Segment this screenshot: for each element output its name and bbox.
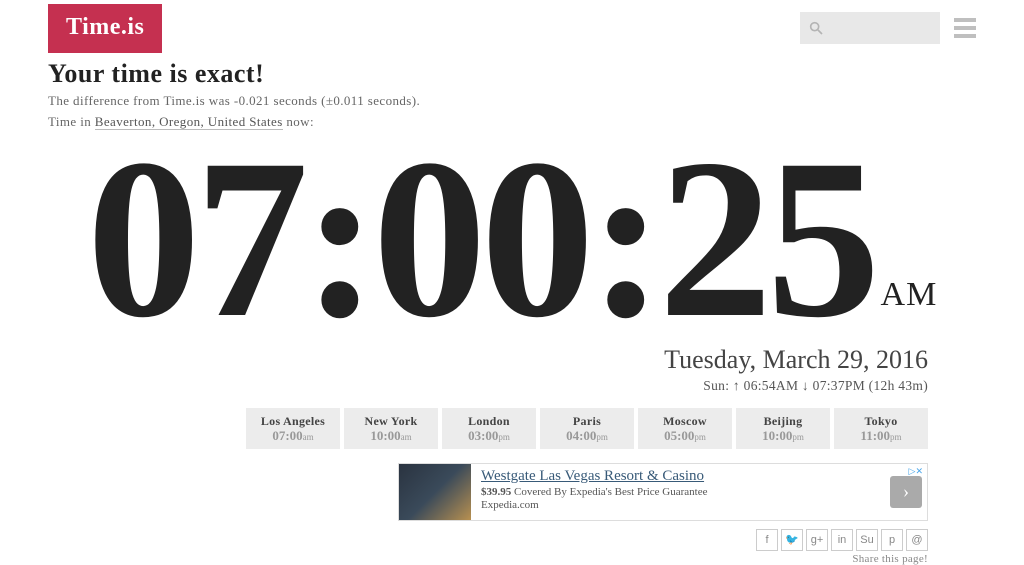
city-item[interactable]: Paris04:00pm xyxy=(540,408,634,449)
city-name: Paris xyxy=(544,414,630,428)
city-time: 11:00pm xyxy=(838,428,924,444)
city-time: 04:00pm xyxy=(544,428,630,444)
city-name: New York xyxy=(348,414,434,428)
city-item[interactable]: London03:00pm xyxy=(442,408,536,449)
city-time: 03:00pm xyxy=(446,428,532,444)
city-item[interactable]: Moscow05:00pm xyxy=(638,408,732,449)
email-icon[interactable]: @ xyxy=(906,529,928,551)
sun-info: Sun: ↑ 06:54AM ↓ 07:37PM (12h 43m) xyxy=(48,378,976,394)
menu-icon[interactable] xyxy=(954,18,976,38)
city-time: 05:00pm xyxy=(642,428,728,444)
googleplus-icon[interactable]: g+ xyxy=(806,529,828,551)
city-name: Moscow xyxy=(642,414,728,428)
city-name: Tokyo xyxy=(838,414,924,428)
twitter-icon[interactable]: 🐦 xyxy=(781,529,803,551)
clock: 07:00:25AM xyxy=(48,125,976,353)
city-item[interactable]: Tokyo11:00pm xyxy=(834,408,928,449)
ad-subtitle: $39.95 Covered By Expedia's Best Price G… xyxy=(481,486,875,498)
clock-ampm: AM xyxy=(881,276,938,313)
logo[interactable]: Time.is xyxy=(48,4,162,53)
city-name: London xyxy=(446,414,532,428)
content: Your time is exact! The difference from … xyxy=(0,53,1024,565)
header: Time.is xyxy=(0,0,1024,53)
headline: Your time is exact! xyxy=(48,59,976,89)
city-item[interactable]: New York10:00am xyxy=(344,408,438,449)
share-row: f 🐦 g+ in Su p @ xyxy=(48,529,976,551)
ad-banner[interactable]: ▷✕ Westgate Las Vegas Resort & Casino $3… xyxy=(398,463,928,521)
clock-time: 07:00:25 xyxy=(87,125,875,353)
city-item[interactable]: Beijing10:00pm xyxy=(736,408,830,449)
stumbleupon-icon[interactable]: Su xyxy=(856,529,878,551)
search-input[interactable] xyxy=(800,12,940,44)
sync-difference: The difference from Time.is was -0.021 s… xyxy=(48,91,976,112)
chevron-right-icon: › xyxy=(890,476,922,508)
ad-title[interactable]: Westgate Las Vegas Resort & Casino xyxy=(481,468,875,485)
adchoices-icon[interactable]: ▷✕ xyxy=(909,466,923,477)
ad-source: Expedia.com xyxy=(481,499,875,511)
ad-text: Westgate Las Vegas Resort & Casino $39.9… xyxy=(471,464,885,520)
city-name: Beijing xyxy=(740,414,826,428)
search-icon xyxy=(808,20,824,36)
linkedin-icon[interactable]: in xyxy=(831,529,853,551)
city-item[interactable]: Los Angeles07:00am xyxy=(246,408,340,449)
city-name: Los Angeles xyxy=(250,414,336,428)
city-time: 07:00am xyxy=(250,428,336,444)
pinterest-icon[interactable]: p xyxy=(881,529,903,551)
ad-image xyxy=(399,464,471,520)
city-list: Los Angeles07:00am New York10:00am Londo… xyxy=(48,408,976,449)
city-time: 10:00am xyxy=(348,428,434,444)
header-right xyxy=(800,12,976,44)
facebook-icon[interactable]: f xyxy=(756,529,778,551)
city-time: 10:00pm xyxy=(740,428,826,444)
